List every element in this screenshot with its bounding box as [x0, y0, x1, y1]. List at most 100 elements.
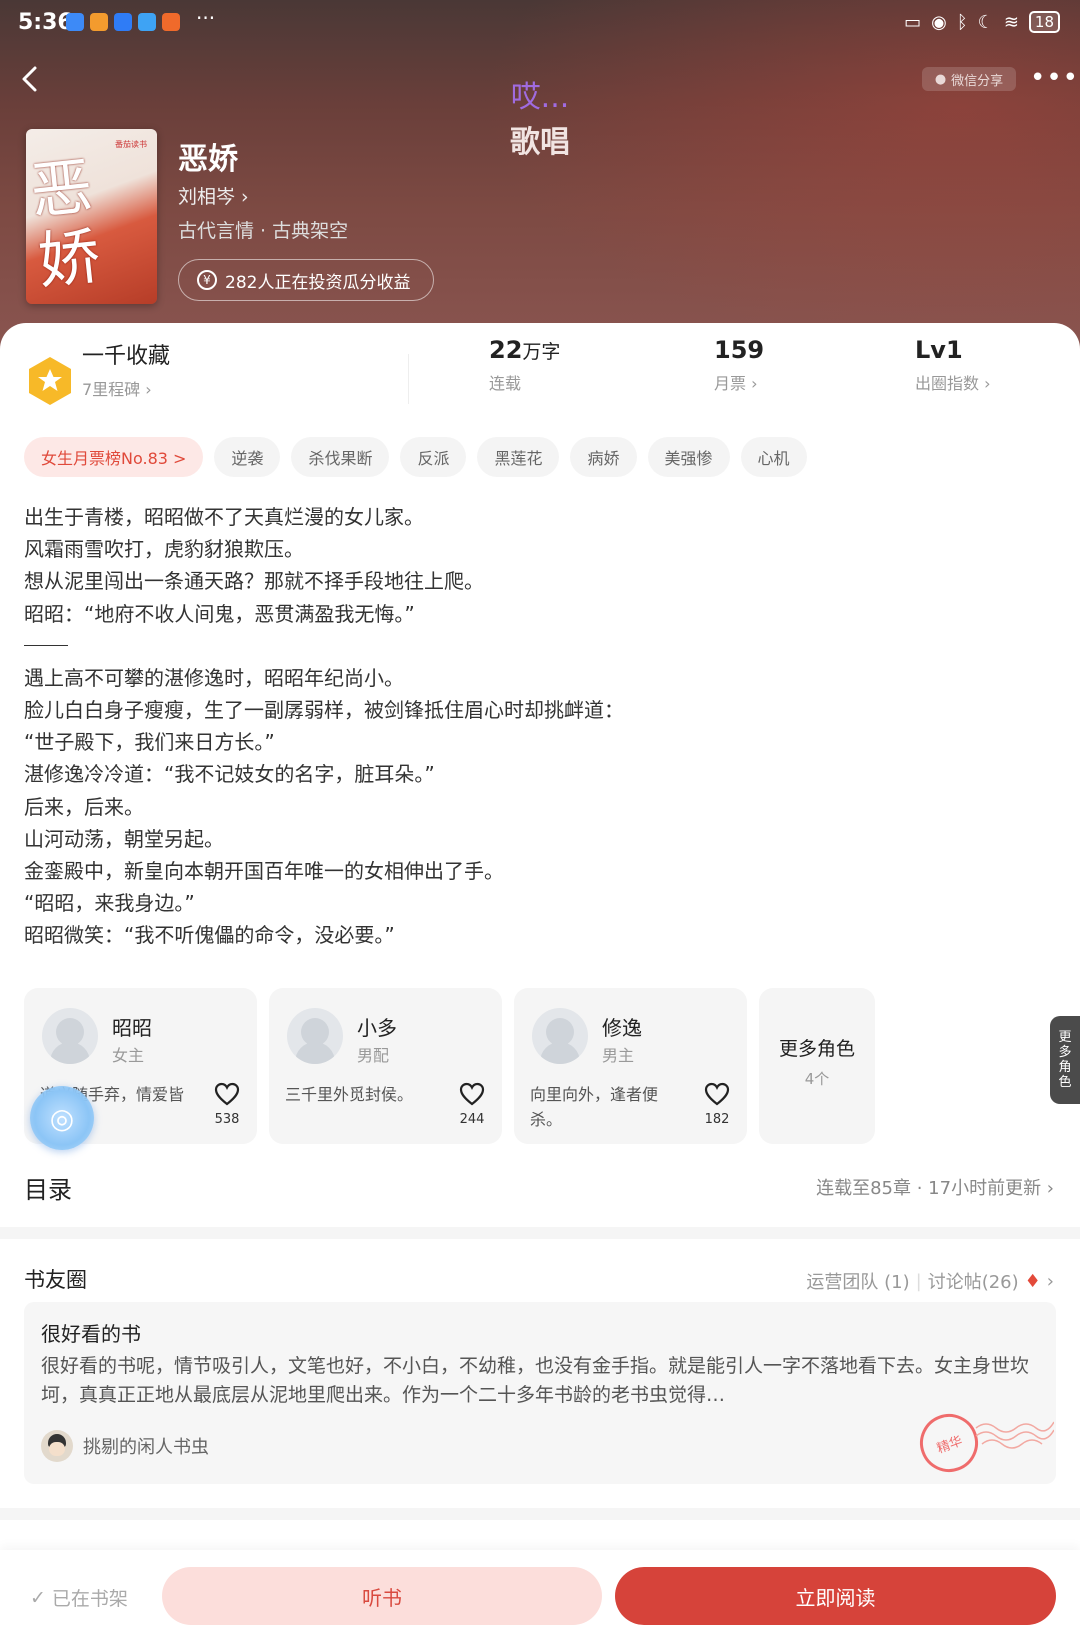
on-shelf-indicator[interactable]: ✓ 已在书架	[30, 1584, 128, 1611]
book-cover[interactable]: 番茄读书 恶娇	[26, 129, 157, 304]
header-title-line1: 哎...	[510, 80, 570, 115]
tag-item[interactable]: 杀伐果断	[291, 437, 390, 477]
yuan-icon: ¥	[197, 270, 217, 290]
stat-favorites[interactable]: 一千收藏 7里程碑 ›	[82, 338, 170, 400]
invest-button[interactable]: ¥ 282人正在投资瓜分收益	[178, 259, 434, 301]
tag-ranking[interactable]: 女生月票榜No.83 >	[24, 437, 204, 477]
more-characters-side-tab[interactable]: 更多角色	[1050, 1016, 1080, 1104]
description-line: “昭昭，来我身边。”	[24, 891, 195, 916]
description-line: 昭昭微笑：“我不听傀儡的命令，没必要。”	[24, 923, 395, 948]
stat-words: 22万字 连载	[489, 336, 560, 394]
book-description: 出生于青楼，昭昭做不了天真烂漫的女儿家。 风霜雨雪吹打，虎豹豺狼欺压。 想从泥里…	[24, 501, 624, 952]
tag-item[interactable]: 逆袭	[214, 437, 281, 477]
book-title: 恶娇	[178, 142, 238, 177]
status-right: ▭ ◉ ᛒ ☾ ≋ 18	[904, 11, 1060, 33]
assistant-float-button[interactable]: ◎	[30, 1086, 94, 1150]
moon-icon: ☾	[977, 11, 994, 33]
section-divider	[0, 1508, 1080, 1520]
stat-divider	[408, 354, 409, 404]
stat-votes-sub: 月票 ›	[714, 374, 758, 393]
description-line: 湛修逸冷冷道：“我不记妓女的名字，脏耳朵。”	[24, 762, 435, 787]
character-role: 男主	[602, 1046, 635, 1065]
like-count: 244	[459, 1112, 485, 1127]
description-line: “世子殿下，我们来日方长。”	[24, 730, 275, 755]
post-author-name: 挑剔的闲人书虫	[83, 1437, 209, 1458]
app-icon	[66, 13, 84, 31]
toc-link[interactable]: 连载至85章 · 17小时前更新 ›	[816, 1174, 1054, 1200]
chevron-right-icon: ›	[1046, 1270, 1054, 1292]
description-separator	[24, 644, 68, 646]
post-title: 很好看的书	[41, 1322, 141, 1346]
description-line: 昭昭：“地府不收人间鬼，恶贯满盈我无悔。”	[24, 601, 415, 626]
stat-level[interactable]: Lv1 出圈指数 ›	[915, 336, 991, 394]
heart-icon[interactable]	[458, 1080, 486, 1108]
heart-icon[interactable]	[703, 1080, 731, 1108]
character-avatar	[532, 1008, 588, 1064]
assistant-icon: ◎	[49, 1101, 75, 1135]
stat-favorites-value: 一千收藏	[82, 344, 171, 369]
stat-votes-value: 159	[714, 336, 765, 364]
listen-button[interactable]: 听书	[162, 1567, 602, 1625]
book-circle-link[interactable]: 运营团队 (1) | 讨论帖(26) ♦ ›	[806, 1268, 1054, 1294]
wechat-share-button[interactable]: ● 微信分享	[922, 67, 1016, 91]
status-overflow: ···	[196, 6, 216, 30]
character-avatar	[42, 1008, 98, 1064]
description-line: 山河动荡，朝堂另起。	[24, 826, 224, 851]
stat-words-value: 22万字	[489, 336, 560, 364]
post-author: 挑剔的闲人书虫	[41, 1430, 209, 1462]
wifi-icon: ≋	[1003, 11, 1019, 33]
tag-item[interactable]: 病娇	[570, 437, 637, 477]
character-card[interactable]: 小多 男配 三千里外觅封侯。 244	[269, 988, 502, 1144]
app-icon	[90, 13, 108, 31]
tag-list: 女生月票榜No.83 > 逆袭 杀伐果断 反派 黑莲花 病娇 美强惨 心机	[24, 437, 807, 477]
more-characters-label: 更多角色	[778, 1038, 855, 1060]
character-name: 昭昭	[112, 1016, 152, 1040]
invest-label: 282人正在投资瓜分收益	[225, 272, 411, 293]
cover-title: 恶娇	[26, 149, 104, 299]
description-line: 出生于青楼，昭昭做不了天真烂漫的女儿家。	[24, 505, 424, 529]
description-line: 后来，后来。	[24, 794, 144, 819]
book-circle-title: 书友圈	[24, 1268, 87, 1292]
description-line: 遇上高不可攀的湛修逸时，昭昭年纪尚小。	[24, 665, 404, 690]
status-app-icons	[66, 13, 180, 31]
more-characters-card[interactable]: 更多角色 4个	[759, 988, 875, 1144]
character-list: 昭昭 女主 道义随手弃，情爱皆可抛。 538 小多 男配 三千里外觅封侯。 24…	[24, 988, 875, 1144]
ops-team-count: 运营团队 (1)	[806, 1272, 910, 1293]
read-now-button[interactable]: 立即阅读	[615, 1567, 1056, 1625]
post-body: 很好看的书呢，情节吸引人，文笔也好，不小白，不幼稚，也没有金手指。就是能引人一字…	[41, 1355, 1030, 1406]
eye-icon: ◉	[931, 11, 947, 33]
more-options-icon[interactable]: •••	[1030, 65, 1079, 91]
description-line: 金銮殿中，新皇向本朝开国百年唯一的女相伸出了手。	[24, 859, 504, 884]
hero-background	[0, 0, 1080, 350]
toc-title: 目录	[24, 1176, 72, 1204]
battery-indicator: 18	[1028, 11, 1060, 33]
like-count: 182	[704, 1112, 730, 1127]
stat-words-sub: 连载	[489, 374, 522, 393]
like-count: 538	[214, 1112, 240, 1127]
description-line: 想从泥里闯出一条通天路？那就不择手段地往上爬。	[24, 569, 484, 594]
character-avatar	[287, 1008, 343, 1064]
stat-monthly-votes[interactable]: 159 月票 ›	[714, 336, 764, 394]
wechat-icon: ●	[934, 71, 947, 87]
words-number: 22	[489, 336, 523, 364]
app-icon	[162, 13, 180, 31]
app-icon	[114, 13, 132, 31]
character-quote: 向里向外，逢者便杀。	[530, 1085, 659, 1129]
status-bar: 5:36 ··· ▭ ◉ ᛒ ☾ ≋ 18	[0, 0, 1080, 46]
featured-post[interactable]: 很好看的书 很好看的书呢，情节吸引人，文笔也好，不小白，不幼稚，也没有金手指。就…	[24, 1302, 1056, 1484]
collection-medal-icon	[29, 357, 71, 405]
author-avatar	[41, 1430, 73, 1462]
heart-icon[interactable]	[213, 1080, 241, 1108]
stat-level-value: Lv1	[915, 336, 963, 364]
author-link[interactable]: 刘相岑 ›	[178, 182, 249, 209]
stat-favorites-sub: 7里程碑 ›	[82, 380, 152, 399]
stat-level-sub: 出圈指数 ›	[915, 374, 991, 393]
status-time: 5:36	[18, 10, 73, 35]
tag-item[interactable]: 反派	[400, 437, 467, 477]
section-divider	[0, 1227, 1080, 1239]
description-line: 风霜雨雪吹打，虎豹豺狼欺压。	[24, 537, 304, 562]
tag-item[interactable]: 美强惨	[647, 437, 730, 477]
tag-item[interactable]: 黑莲花	[477, 437, 560, 477]
character-card[interactable]: 修逸 男主 向里向外，逢者便杀。 182	[514, 988, 747, 1144]
tag-item[interactable]: 心机	[740, 437, 807, 477]
